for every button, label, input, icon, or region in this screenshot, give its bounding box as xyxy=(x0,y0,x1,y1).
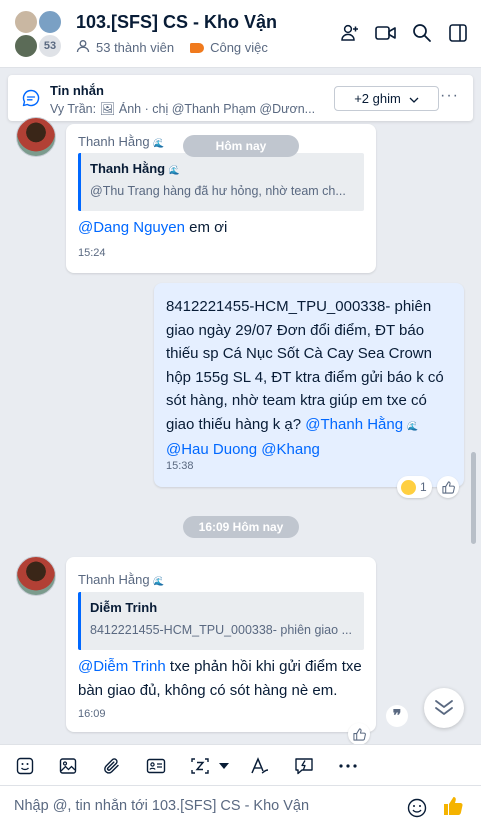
contact-card-icon[interactable] xyxy=(145,755,167,777)
scroll-to-bottom-button[interactable] xyxy=(424,688,464,728)
message-time: 15:24 xyxy=(78,247,106,259)
thumbs-up-icon[interactable] xyxy=(348,723,370,745)
quote-reply-icon[interactable]: ❞ xyxy=(386,705,408,727)
tag-icon xyxy=(190,42,205,53)
members-count[interactable]: 53 thành viên xyxy=(96,40,174,55)
image-icon[interactable] xyxy=(57,755,79,777)
pinned-title: Tin nhắn xyxy=(50,83,104,98)
message-time: 16:09 xyxy=(78,708,106,720)
own-message-bubble[interactable]: 8412221455-HCM_TPU_000338- phiên giao ng… xyxy=(154,283,464,487)
quote-sender: Diễm Trinh xyxy=(90,600,158,615)
reaction-count: 1 xyxy=(420,480,427,494)
more-pins-button[interactable]: +2 ghim xyxy=(334,86,439,111)
quoted-message[interactable]: Diễm Trinh 8412221455-HCM_TPU_000338- ph… xyxy=(78,592,364,650)
video-call-icon[interactable] xyxy=(375,22,397,44)
mention-link[interactable]: @Dang Nguyen xyxy=(78,219,185,236)
sender-name: Thanh Hằng 🌊 xyxy=(78,572,165,587)
composer-toolbar xyxy=(0,744,481,786)
scrollbar-thumb[interactable] xyxy=(471,452,476,544)
sender-avatar[interactable] xyxy=(16,556,56,596)
pinned-preview[interactable]: Vy Trần: 🖼 Ảnh · chị @Thanh Phạm @Dươn..… xyxy=(50,102,325,117)
mention-link[interactable]: @Thanh Hằng xyxy=(305,416,403,433)
quote-sender: Thanh Hằng 🌊 xyxy=(90,161,180,176)
emoji-icon[interactable] xyxy=(407,798,427,823)
more-icon[interactable] xyxy=(337,755,359,777)
chevron-down-icon xyxy=(409,91,419,106)
message-text: @Diễm Trinh txe phản hồi khi gửi điểm tx… xyxy=(78,658,362,699)
surprised-emoji-icon xyxy=(401,479,416,495)
quick-message-icon[interactable] xyxy=(293,755,315,777)
sticker-icon[interactable] xyxy=(14,755,36,777)
attachment-icon[interactable] xyxy=(101,755,123,777)
chat-bubble-icon xyxy=(22,89,40,112)
message-composer xyxy=(0,786,481,828)
add-member-icon[interactable] xyxy=(339,22,361,44)
thumbs-up-icon[interactable] xyxy=(442,795,464,823)
sender-name: Thanh Hằng 🌊 xyxy=(78,134,165,149)
message-time: 15:38 xyxy=(166,460,194,472)
sidebar-toggle-icon[interactable] xyxy=(447,22,469,44)
more-pins-label: +2 ghim xyxy=(354,91,401,106)
quote-text: 8412221455-HCM_TPU_000338- phiên giao ..… xyxy=(90,623,352,637)
group-subinfo: 53 thành viên Công việc xyxy=(76,39,268,56)
message-text: 8412221455-HCM_TPU_000338- phiên giao ng… xyxy=(166,298,444,458)
chat-header: 53 103.[SFS] CS - Kho Vận 53 thành viên … xyxy=(0,0,481,68)
thumbs-up-icon[interactable] xyxy=(437,476,459,498)
members-icon xyxy=(76,39,90,56)
header-actions xyxy=(339,22,469,44)
message-text: @Dang Nguyen em ơi xyxy=(78,219,228,236)
member-avatar xyxy=(14,34,38,58)
member-avatar xyxy=(38,10,62,34)
member-avatar xyxy=(14,10,38,34)
tag-label[interactable]: Công việc xyxy=(210,40,268,55)
mention-link[interactable]: @Khang xyxy=(261,441,320,458)
double-chevron-down-icon xyxy=(435,700,453,715)
group-title[interactable]: 103.[SFS] CS - Kho Vận xyxy=(76,12,277,33)
message-bubble[interactable]: Thanh Hằng 🌊 Diễm Trinh 8412221455-HCM_T… xyxy=(66,557,376,732)
more-icon[interactable]: ··· xyxy=(440,87,459,105)
mention-link[interactable]: @Hau Duong xyxy=(166,441,257,458)
date-divider: Hôm nay xyxy=(183,135,299,157)
screenshot-icon[interactable] xyxy=(189,755,211,777)
screenshot-options-chevron-icon[interactable] xyxy=(213,755,235,777)
mention-link[interactable]: @Diễm Trinh xyxy=(78,658,166,675)
member-count-avatar: 53 xyxy=(38,34,62,58)
group-avatar[interactable]: 53 xyxy=(14,10,66,58)
pinned-messages-bar[interactable]: Tin nhắn Vy Trần: 🖼 Ảnh · chị @Thanh Phạ… xyxy=(8,75,473,121)
message-input[interactable] xyxy=(14,798,394,814)
reaction-summary[interactable]: 1 xyxy=(397,476,432,498)
text-format-icon[interactable] xyxy=(249,755,271,777)
date-divider: 16:09 Hôm nay xyxy=(183,516,299,538)
quoted-message[interactable]: Thanh Hằng 🌊 @Thu Trang hàng đã hư hỏng,… xyxy=(78,153,364,211)
quote-text: @Thu Trang hàng đã hư hỏng, nhờ team ch.… xyxy=(90,184,346,198)
search-icon[interactable] xyxy=(411,22,433,44)
sender-avatar[interactable] xyxy=(16,117,56,157)
